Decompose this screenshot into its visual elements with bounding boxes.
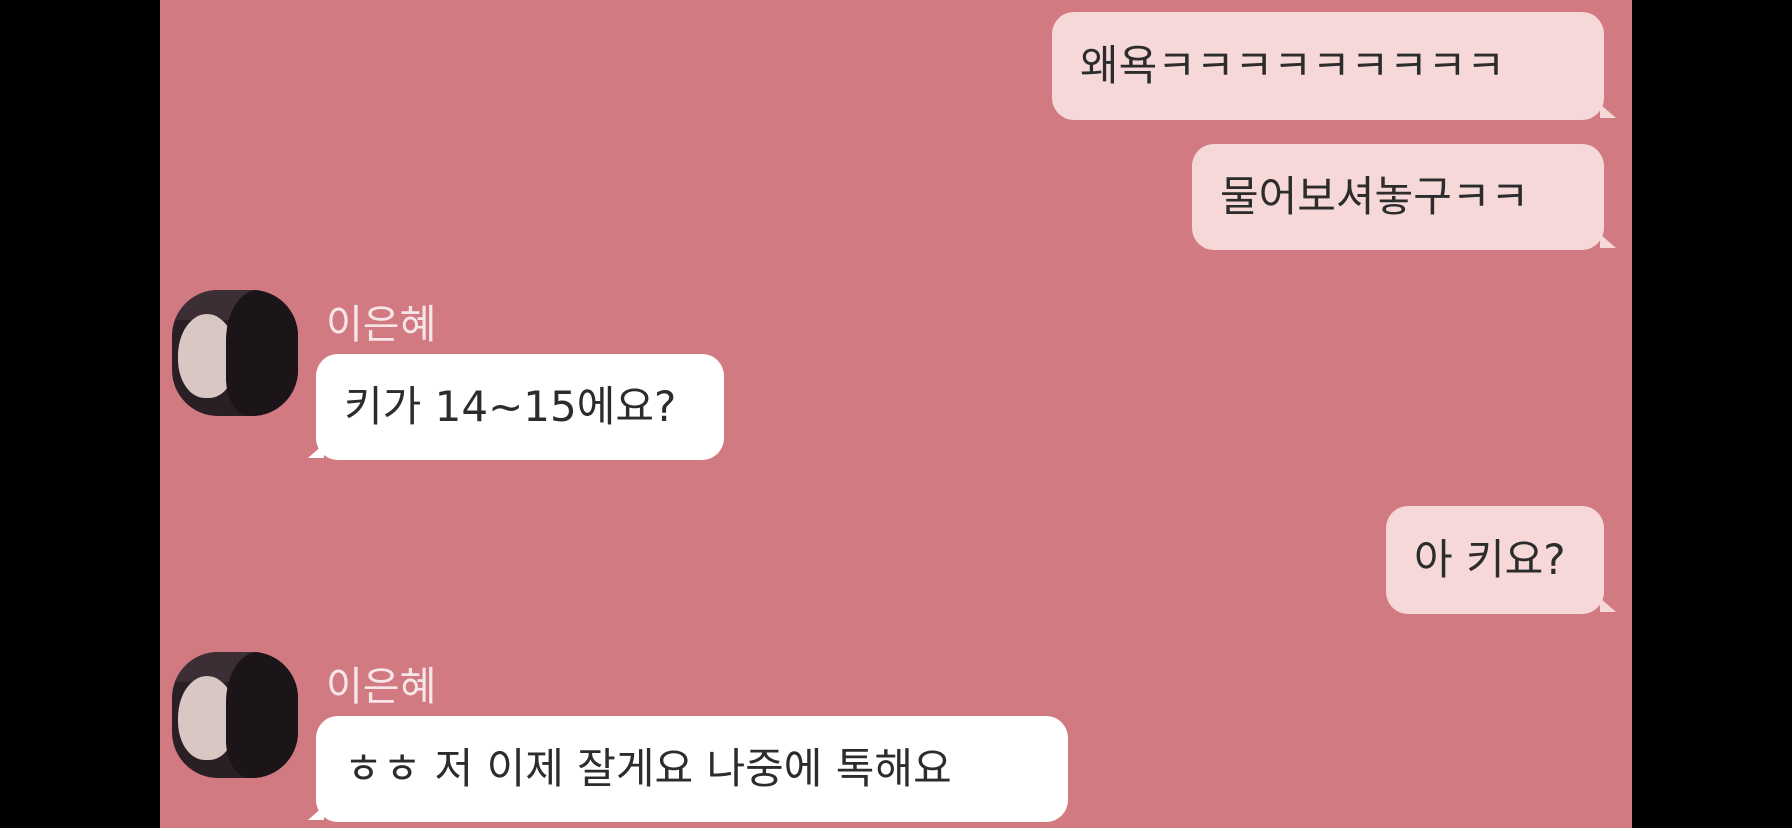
bubble-tail: [308, 444, 324, 458]
bubble-tail: [1600, 234, 1616, 248]
sender-name: 이은혜: [326, 664, 437, 710]
incoming-message-bubble[interactable]: ㅎㅎ 저 이제 잘게요 나중에 톡해요: [316, 716, 1068, 822]
message-text: 왜욕ㅋㅋㅋㅋㅋㅋㅋㅋㅋ: [1080, 41, 1506, 90]
message-text: ㅎㅎ 저 이제 잘게요 나중에 톡해요: [344, 744, 952, 793]
outgoing-message-bubble[interactable]: 아 키요?: [1386, 506, 1604, 614]
sender-avatar[interactable]: [172, 290, 298, 416]
outgoing-message-bubble[interactable]: 왜욕ㅋㅋㅋㅋㅋㅋㅋㅋㅋ: [1052, 12, 1604, 120]
message-text: 아 키요?: [1414, 535, 1566, 584]
bubble-tail: [1600, 104, 1616, 118]
sender-avatar[interactable]: [172, 652, 298, 778]
bubble-tail: [1600, 598, 1616, 612]
message-text: 물어보셔놓구ㅋㅋ: [1220, 172, 1530, 221]
incoming-message-bubble[interactable]: 키가 14~15에요?: [316, 354, 724, 460]
outgoing-message-bubble[interactable]: 물어보셔놓구ㅋㅋ: [1192, 144, 1604, 250]
message-text: 키가 14~15에요?: [344, 382, 677, 431]
bubble-tail: [308, 806, 324, 820]
phone-screen: 왜욕ㅋㅋㅋㅋㅋㅋㅋㅋㅋ 물어보셔놓구ㅋㅋ 이은혜 키가 14~15에요? 아 키…: [0, 0, 1792, 828]
chat-message-list[interactable]: 왜욕ㅋㅋㅋㅋㅋㅋㅋㅋㅋ 물어보셔놓구ㅋㅋ 이은혜 키가 14~15에요? 아 키…: [160, 0, 1632, 828]
sender-name: 이은혜: [326, 302, 437, 348]
